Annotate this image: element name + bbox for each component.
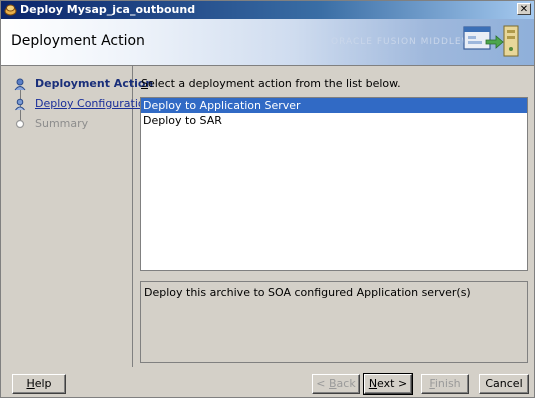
instruction-rest: elect a deployment action from the list … (147, 77, 401, 90)
cancel-button[interactable]: Cancel (479, 374, 529, 394)
step-deployment-action: Deployment Action (1, 76, 153, 92)
step-deploy-configuration[interactable]: Deploy Configuration (1, 96, 152, 112)
list-item-deploy-to-sar[interactable]: Deploy to SAR (141, 113, 527, 128)
current-step-icon (14, 78, 26, 91)
list-item-deploy-to-application-server[interactable]: Deploy to Application Server (141, 98, 527, 113)
action-description-box: Deploy this archive to SOA configured Ap… (140, 281, 528, 363)
back-rest: ack (336, 377, 356, 390)
header-banner: Deployment Action ORACLE FUSION MIDDLEWA… (1, 19, 534, 66)
title-bar[interactable]: Deploy Mysap_jca_outbound ✕ (1, 1, 534, 19)
help-button[interactable]: Help (12, 374, 66, 394)
next-mnemonic: N (368, 377, 378, 390)
app-icon (4, 4, 17, 16)
back-button[interactable]: < Back (312, 374, 360, 394)
step-summary: Summary (1, 116, 132, 132)
deploy-graphic-icon (463, 25, 519, 57)
back-mnemonic: B (329, 377, 337, 390)
back-prefix: < (316, 377, 329, 390)
next-rest: ext > (377, 377, 408, 390)
deployment-action-list[interactable]: Deploy to Application Server Deploy to S… (140, 97, 528, 271)
help-rest: elp (34, 377, 52, 390)
step-label: Summary (35, 117, 89, 130)
help-mnemonic: H (26, 377, 35, 390)
page-title: Deployment Action (11, 33, 145, 49)
finish-rest: inish (434, 377, 461, 390)
deploy-dialog: Deploy Mysap_jca_outbound ✕ Deployment A… (0, 0, 535, 398)
close-button[interactable]: ✕ (517, 3, 531, 15)
window-title: Deploy Mysap_jca_outbound (20, 3, 196, 16)
main-panel: Select a deployment action from the list… (133, 66, 534, 367)
step-person-icon (15, 98, 25, 111)
instruction-mnemonic: S (141, 77, 148, 90)
finish-button[interactable]: Finish (421, 374, 469, 394)
action-description: Deploy this archive to SOA configured Ap… (144, 286, 471, 299)
next-button[interactable]: Next > (363, 373, 413, 395)
step-pending-icon (15, 119, 25, 129)
close-icon: ✕ (519, 4, 529, 15)
steps-panel: Deployment Action Deploy Configuration S… (1, 66, 153, 367)
instruction-text: Select a deployment action from the list… (141, 77, 401, 91)
